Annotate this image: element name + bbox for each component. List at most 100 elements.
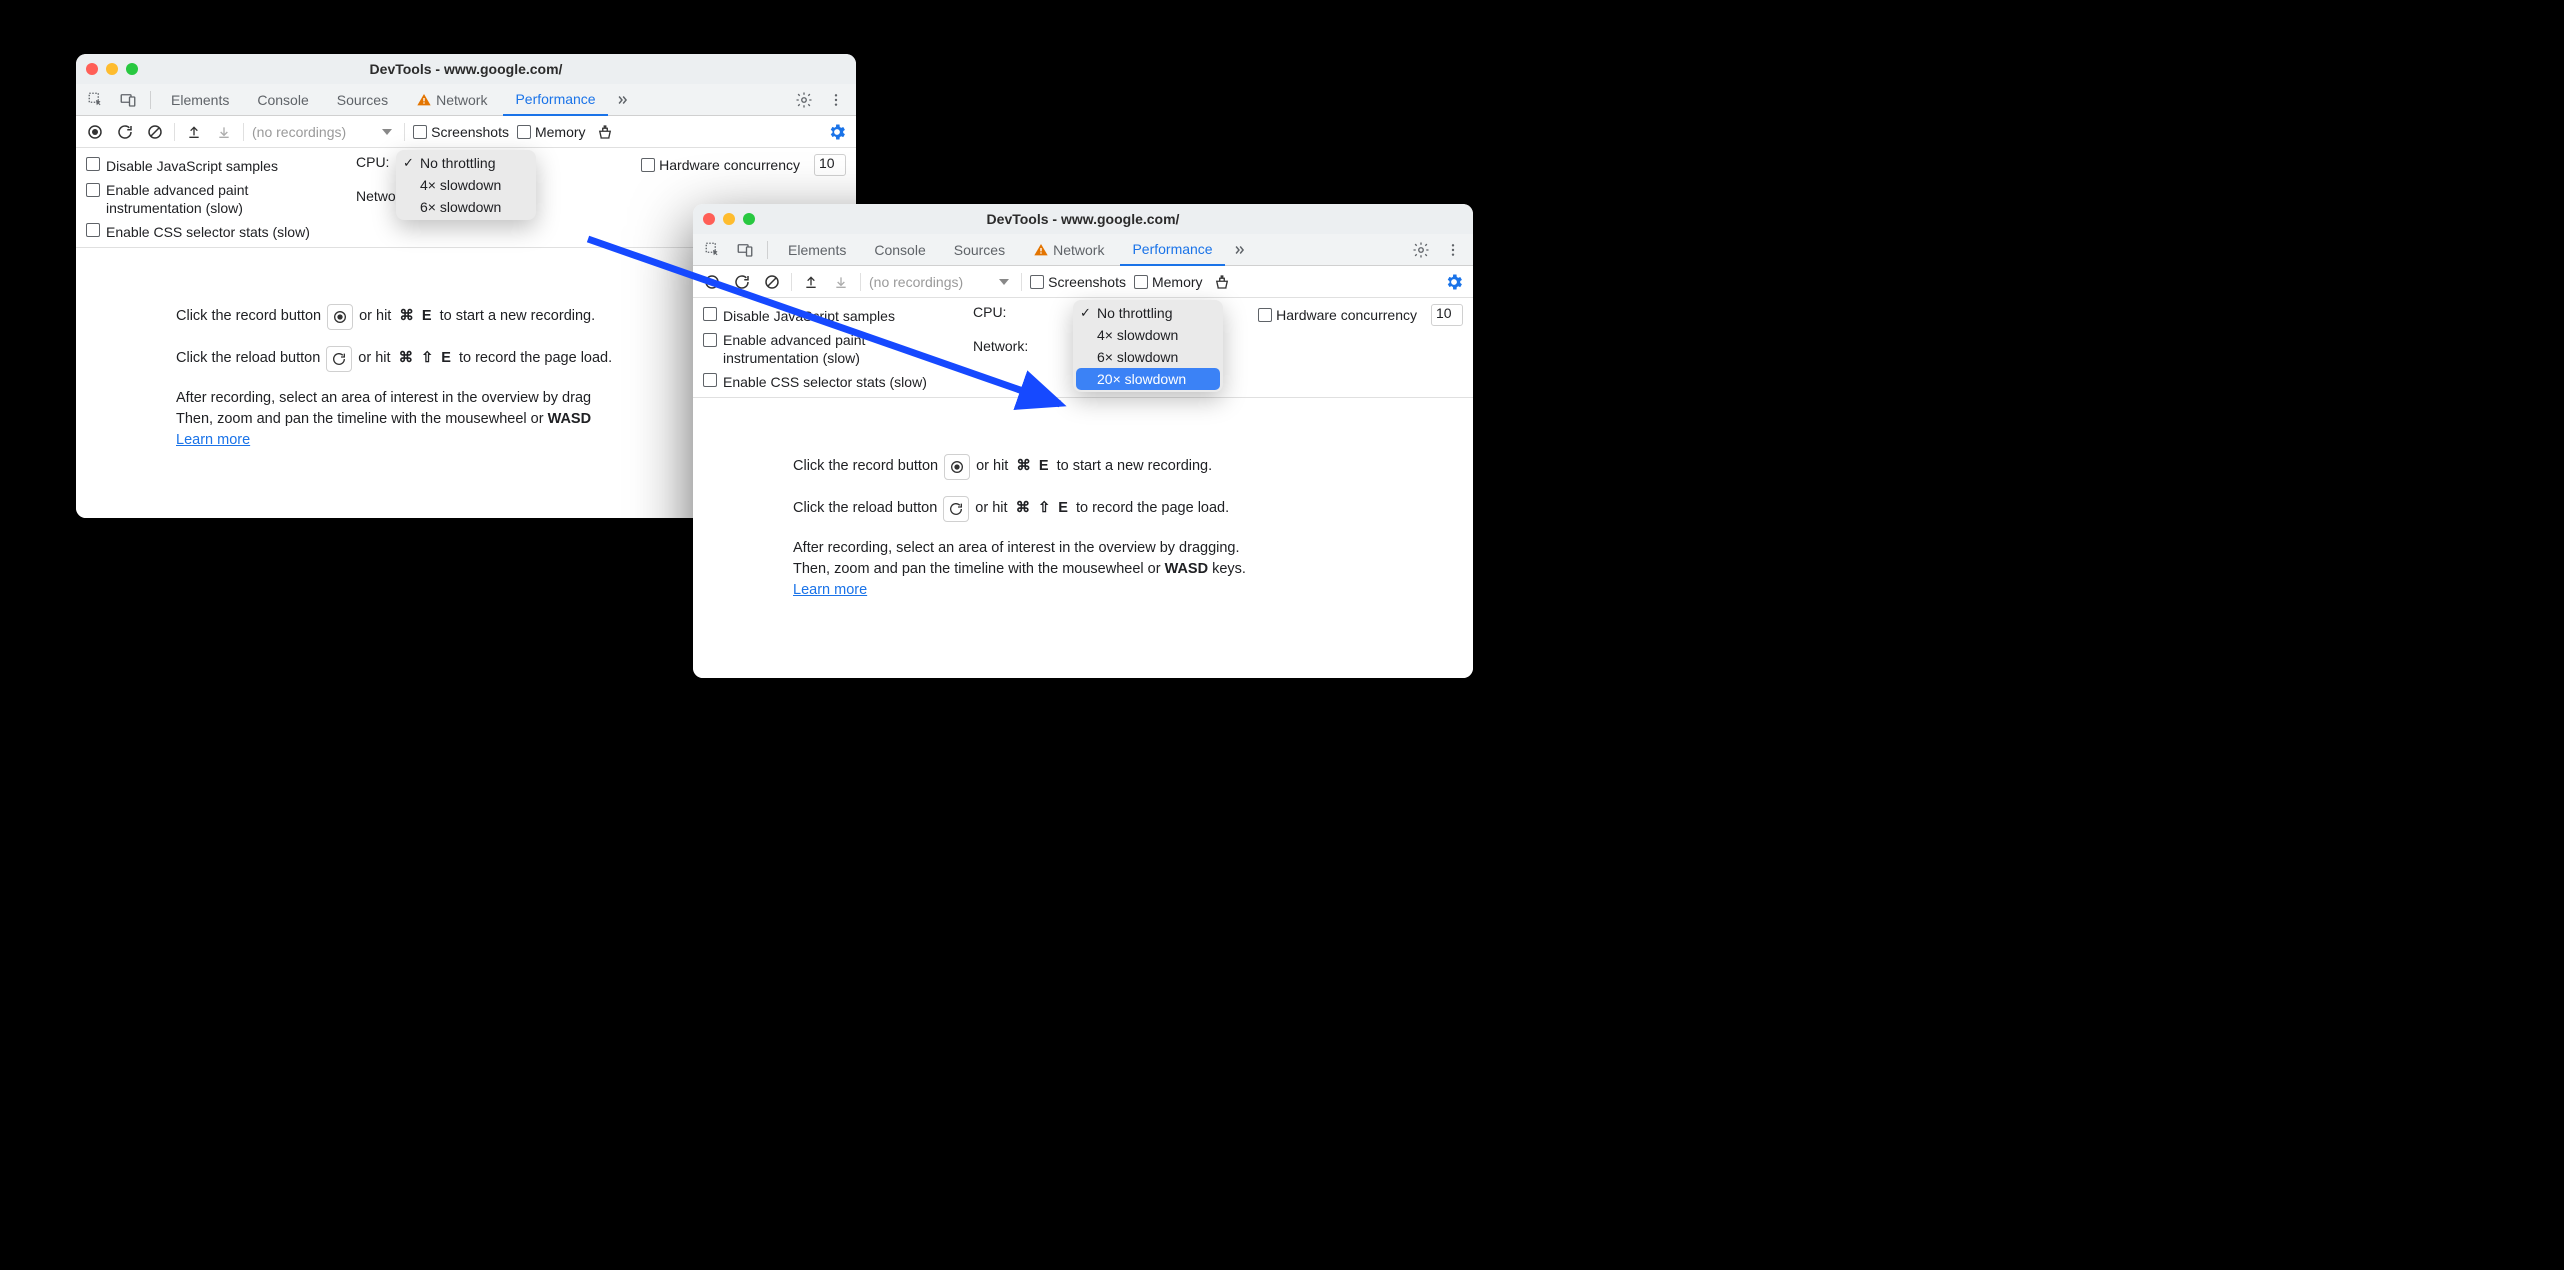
upload-icon[interactable] xyxy=(800,271,822,293)
cpu-throttle-dropdown[interactable]: No throttling4× slowdown6× slowdown xyxy=(396,150,536,220)
screenshots-checkbox[interactable]: Screenshots xyxy=(1030,274,1126,290)
panel-tabstrip: Elements Console Sources Network Perform… xyxy=(76,84,856,116)
recordings-select-label: (no recordings) xyxy=(252,124,346,140)
more-tabs-icon[interactable] xyxy=(1229,236,1249,264)
cpu-throttle-option[interactable]: 6× slowdown xyxy=(396,196,536,218)
reload-hint-pre: Click the reload button xyxy=(793,498,937,519)
reload-hint-pre: Click the reload button xyxy=(176,348,320,369)
disable-js-checkbox[interactable] xyxy=(86,157,100,171)
hw-concurrency-checkbox[interactable]: Hardware concurrency xyxy=(1258,307,1417,323)
tab-performance[interactable]: Performance xyxy=(1120,234,1224,266)
titlebar: DevTools - www.google.com/ xyxy=(693,204,1473,234)
network-throttle-label: Network: xyxy=(973,338,1028,354)
performance-toolbar: (no recordings) Screenshots Memory xyxy=(76,116,856,148)
close-window-button[interactable] xyxy=(86,63,98,75)
performance-empty-state: Click the record button or hit ⌘ E to st… xyxy=(693,398,1473,678)
disable-js-label: Disable JavaScript samples xyxy=(723,307,895,325)
tab-sources[interactable]: Sources xyxy=(942,234,1017,266)
zoom-window-button[interactable] xyxy=(126,63,138,75)
devtools-window-after: DevTools - www.google.com/ Elements Cons… xyxy=(693,204,1473,678)
cpu-throttle-dropdown[interactable]: No throttling4× slowdown6× slowdown20× s… xyxy=(1073,300,1223,392)
recordings-select[interactable]: (no recordings) xyxy=(869,274,1013,290)
capture-settings-gear-icon[interactable] xyxy=(826,121,848,143)
tab-elements[interactable]: Elements xyxy=(776,234,858,266)
enable-css-checkbox[interactable] xyxy=(703,373,717,387)
cpu-throttle-option[interactable]: No throttling xyxy=(396,152,536,174)
cpu-throttle-label: CPU: xyxy=(973,304,1006,320)
kebab-menu-icon[interactable] xyxy=(822,86,850,114)
cpu-throttle-option[interactable]: 6× slowdown xyxy=(1073,346,1223,368)
hw-concurrency-checkbox[interactable]: Hardware concurrency xyxy=(641,157,800,173)
clear-button[interactable] xyxy=(144,121,166,143)
record-hint-pre: Click the record button xyxy=(176,306,321,327)
minimize-window-button[interactable] xyxy=(106,63,118,75)
window-title: DevTools - www.google.com/ xyxy=(703,211,1463,227)
enable-css-label: Enable CSS selector stats (slow) xyxy=(106,223,310,241)
clear-button[interactable] xyxy=(761,271,783,293)
hw-concurrency-input[interactable]: 10 xyxy=(1431,304,1463,326)
device-toolbar-icon[interactable] xyxy=(114,86,142,114)
disable-js-label: Disable JavaScript samples xyxy=(106,157,278,175)
record-hint-pre: Click the record button xyxy=(793,456,938,477)
learn-more-link[interactable]: Learn more xyxy=(176,432,250,448)
download-icon[interactable] xyxy=(213,121,235,143)
warning-icon xyxy=(1033,242,1049,258)
kebab-menu-icon[interactable] xyxy=(1439,236,1467,264)
tab-console[interactable]: Console xyxy=(245,84,320,116)
minimize-window-button[interactable] xyxy=(723,213,735,225)
cpu-throttle-option[interactable]: 20× slowdown xyxy=(1076,368,1220,390)
settings-gear-icon[interactable] xyxy=(1407,236,1435,264)
tab-network[interactable]: Network xyxy=(404,84,499,116)
enable-css-checkbox[interactable] xyxy=(86,223,100,237)
record-button-inline[interactable] xyxy=(944,454,970,480)
cpu-throttle-label: CPU: xyxy=(356,154,389,170)
record-button[interactable] xyxy=(701,271,723,293)
memory-checkbox[interactable]: Memory xyxy=(517,124,586,140)
recordings-select-label: (no recordings) xyxy=(869,274,963,290)
titlebar: DevTools - www.google.com/ xyxy=(76,54,856,84)
hw-concurrency-input[interactable]: 10 xyxy=(814,154,846,176)
inspect-element-icon[interactable] xyxy=(699,236,727,264)
upload-icon[interactable] xyxy=(183,121,205,143)
enable-css-label: Enable CSS selector stats (slow) xyxy=(723,373,927,391)
reload-button-inline[interactable] xyxy=(326,346,352,372)
garbage-collect-icon[interactable] xyxy=(594,121,616,143)
inspect-element-icon[interactable] xyxy=(82,86,110,114)
screenshots-checkbox[interactable]: Screenshots xyxy=(413,124,509,140)
tab-console[interactable]: Console xyxy=(862,234,937,266)
garbage-collect-icon[interactable] xyxy=(1211,271,1233,293)
capture-settings-panel: Disable JavaScript samples Enable advanc… xyxy=(693,298,1473,398)
download-icon[interactable] xyxy=(830,271,852,293)
reload-button-inline[interactable] xyxy=(943,496,969,522)
enable-paint-label: Enable advanced paint instrumentation (s… xyxy=(106,181,248,217)
tab-sources[interactable]: Sources xyxy=(325,84,400,116)
zoom-window-button[interactable] xyxy=(743,213,755,225)
enable-paint-checkbox[interactable] xyxy=(703,333,717,347)
record-button[interactable] xyxy=(84,121,106,143)
enable-paint-checkbox[interactable] xyxy=(86,183,100,197)
panel-tabstrip: Elements Console Sources Network Perform… xyxy=(693,234,1473,266)
disable-js-checkbox[interactable] xyxy=(703,307,717,321)
reload-button[interactable] xyxy=(731,271,753,293)
tab-network[interactable]: Network xyxy=(1021,234,1116,266)
warning-icon xyxy=(416,92,432,108)
record-button-inline[interactable] xyxy=(327,304,353,330)
window-title: DevTools - www.google.com/ xyxy=(86,61,846,77)
performance-toolbar: (no recordings) Screenshots Memory xyxy=(693,266,1473,298)
tab-elements[interactable]: Elements xyxy=(159,84,241,116)
cpu-throttle-option[interactable]: 4× slowdown xyxy=(1073,324,1223,346)
capture-settings-gear-icon[interactable] xyxy=(1443,271,1465,293)
cpu-throttle-option[interactable]: No throttling xyxy=(1073,302,1223,324)
close-window-button[interactable] xyxy=(703,213,715,225)
device-toolbar-icon[interactable] xyxy=(731,236,759,264)
reload-button[interactable] xyxy=(114,121,136,143)
recordings-select[interactable]: (no recordings) xyxy=(252,124,396,140)
more-tabs-icon[interactable] xyxy=(612,86,632,114)
settings-gear-icon[interactable] xyxy=(790,86,818,114)
enable-paint-label: Enable advanced paint instrumentation (s… xyxy=(723,331,865,367)
tab-performance[interactable]: Performance xyxy=(503,84,607,116)
after-hint: After recording, select an area of inter… xyxy=(793,538,1453,601)
memory-checkbox[interactable]: Memory xyxy=(1134,274,1203,290)
cpu-throttle-option[interactable]: 4× slowdown xyxy=(396,174,536,196)
learn-more-link[interactable]: Learn more xyxy=(793,582,867,598)
